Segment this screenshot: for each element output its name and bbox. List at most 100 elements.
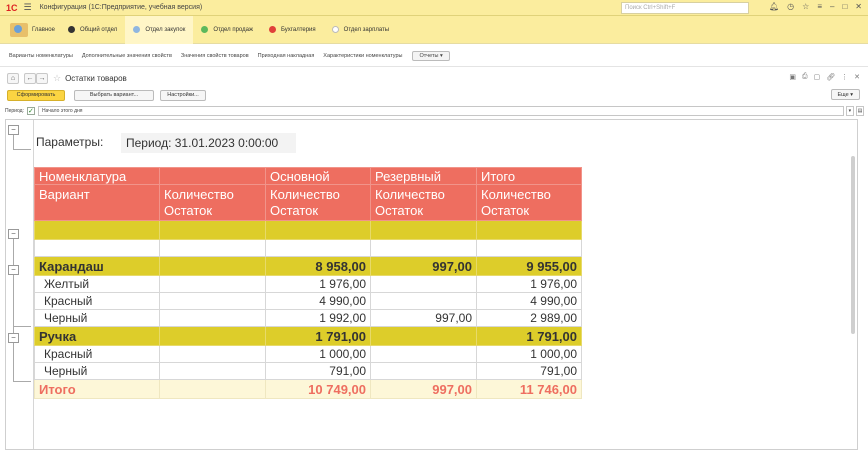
group-name: Ручка xyxy=(34,326,160,346)
item-total: 1 000,00 xyxy=(476,345,582,363)
group-row[interactable]: Карандаш 8 958,00 997,00 9 955,00 xyxy=(34,256,582,276)
section-home[interactable]: Главное xyxy=(10,22,60,37)
item-name: Красный xyxy=(34,292,160,310)
section-payroll[interactable]: Отдел зарплаты xyxy=(324,16,397,44)
header-cell: Вариант xyxy=(34,184,160,221)
item-total: 1 976,00 xyxy=(476,275,582,293)
link-nomenclature-characteristics[interactable]: Характеристики номенклатуры xyxy=(323,53,402,59)
reports-label: Отчеты xyxy=(419,52,439,59)
header-cell: Основной xyxy=(265,167,371,185)
item-main: 1 976,00 xyxy=(265,275,371,293)
minimize-icon[interactable]: – xyxy=(830,2,834,11)
bell-icon[interactable]: 🔔︎ xyxy=(769,2,779,11)
generate-button[interactable]: Сформировать xyxy=(7,89,65,101)
grand-total-reserve: 997,00 xyxy=(370,379,477,399)
maximize-icon[interactable]: □ xyxy=(842,2,847,11)
report-spreadsheet[interactable]: − − − − Параметры: Период: 31.01.2023 0:… xyxy=(5,119,858,450)
period-dropdown-icon[interactable]: ▾ xyxy=(845,106,854,116)
group-row[interactable]: Ручка 1 791,00 1 791,00 xyxy=(34,326,582,346)
settings-menu-icon[interactable]: ≡ xyxy=(817,2,822,11)
more-button[interactable]: Еще ▾ xyxy=(830,89,860,100)
section-sales[interactable]: Отдел продаж xyxy=(193,16,261,44)
choose-variant-button[interactable]: Выбрать вариант... xyxy=(74,89,154,101)
reports-dropdown-button[interactable]: Отчеты ▾ xyxy=(412,50,450,61)
table-row[interactable]: Красный 1 000,00 1 000,00 xyxy=(34,345,582,363)
favorites-icon[interactable]: ☆ xyxy=(802,2,809,11)
section-label: Главное xyxy=(32,26,55,33)
section-commands-bar: Варианты номенклатуры Дополнительные зна… xyxy=(0,45,868,67)
table-cell xyxy=(476,239,582,257)
group-name: Карандаш xyxy=(34,256,160,276)
table-cell xyxy=(159,239,266,257)
section-label: Общий отдел xyxy=(80,26,118,33)
link-additional-property-values[interactable]: Дополнительные значения свойств xyxy=(82,53,172,59)
close-icon[interactable]: ✕ xyxy=(855,2,862,11)
group-line xyxy=(13,381,31,382)
section-general[interactable]: Общий отдел xyxy=(60,16,125,44)
link-nomenclature-variants[interactable]: Варианты номенклатуры xyxy=(9,53,73,59)
table-row[interactable]: Черный 791,00 791,00 xyxy=(34,362,582,380)
group-line xyxy=(13,275,14,326)
grand-total-main: 10 749,00 xyxy=(265,379,371,399)
period-checkbox[interactable]: ✓ xyxy=(26,107,35,115)
period-row: Период: ✓ Начало этого дня ▾ ▤ xyxy=(0,105,868,117)
section-accounting[interactable]: Бухгалтерия xyxy=(261,16,324,44)
table-cell xyxy=(265,220,371,240)
header-cell: Количество Остаток xyxy=(265,184,371,221)
grand-total-row[interactable]: Итого 10 749,00 997,00 11 746,00 xyxy=(34,379,582,399)
period-label: Период: xyxy=(5,108,24,114)
table-cell xyxy=(159,256,266,276)
table-cell xyxy=(159,362,266,380)
global-search-input[interactable]: Поиск Ctrl+Shift+F xyxy=(621,2,749,14)
group-main: 1 791,00 xyxy=(265,326,371,346)
collapse-group-icon[interactable]: − xyxy=(8,125,19,135)
group-reserve xyxy=(370,326,477,346)
section-label: Бухгалтерия xyxy=(281,26,316,33)
header-cell xyxy=(159,167,266,185)
close-form-icon[interactable]: ✕ xyxy=(854,73,860,81)
preview-icon[interactable]: ▢ xyxy=(814,73,821,81)
window-titlebar: 1С ☰ Конфигурация (1С:Предприятие, учебн… xyxy=(0,0,868,16)
table-cell xyxy=(476,220,582,240)
vertical-scrollbar[interactable] xyxy=(851,156,855,334)
table-cell xyxy=(159,379,266,399)
table-cell xyxy=(370,220,477,240)
table-cell xyxy=(159,309,266,327)
period-select-icon[interactable]: ▤ xyxy=(855,106,864,116)
collapse-group-icon[interactable]: − xyxy=(8,265,19,275)
table-cell xyxy=(159,220,266,240)
dot-icon xyxy=(68,26,75,33)
dot-icon xyxy=(269,26,276,33)
collapse-group-icon[interactable]: − xyxy=(8,333,19,343)
link-goods-property-values[interactable]: Значения свойств товаров xyxy=(181,53,249,59)
table-row[interactable]: Желтый 1 976,00 1 976,00 xyxy=(34,275,582,293)
table-row[interactable]: Черный 1 992,00 997,00 2 989,00 xyxy=(34,309,582,327)
collapse-group-icon[interactable]: − xyxy=(8,229,19,239)
more-vertical-icon[interactable]: ⋮ xyxy=(841,73,848,81)
item-main: 4 990,00 xyxy=(265,292,371,310)
item-total: 2 989,00 xyxy=(476,309,582,327)
header-cell: Количество Остаток xyxy=(370,184,477,221)
history-icon[interactable]: ◷ xyxy=(787,2,794,11)
save-icon[interactable]: ▣ xyxy=(789,73,796,81)
period-field[interactable]: Начало этого дня xyxy=(37,106,844,116)
item-name: Черный xyxy=(34,309,160,327)
table-cell xyxy=(34,220,160,240)
dot-icon xyxy=(331,26,339,33)
settings-button[interactable]: Настройки... xyxy=(160,89,206,101)
hamburger-menu-icon[interactable]: ☰ xyxy=(24,2,32,13)
table-cell xyxy=(34,239,160,257)
link-icon[interactable]: 🔗︎ xyxy=(826,73,835,81)
favorite-star-icon[interactable]: ☆ xyxy=(53,73,61,84)
section-purchasing[interactable]: Отдел закупок xyxy=(125,15,194,44)
table-row[interactable]: Красный 4 990,00 4 990,00 xyxy=(34,292,582,310)
item-reserve xyxy=(370,275,477,293)
more-label: Еще xyxy=(837,91,849,98)
period-value: Начало этого дня xyxy=(41,108,83,114)
print-icon[interactable]: ⎙ xyxy=(802,73,808,81)
back-arrow-icon[interactable]: ← xyxy=(24,72,36,84)
home-nav-icon[interactable]: ⌂ xyxy=(7,72,19,84)
total-row-empty xyxy=(34,220,582,240)
forward-arrow-icon[interactable]: → xyxy=(36,72,48,84)
link-receipt-invoice[interactable]: Приходная накладная xyxy=(258,53,315,59)
